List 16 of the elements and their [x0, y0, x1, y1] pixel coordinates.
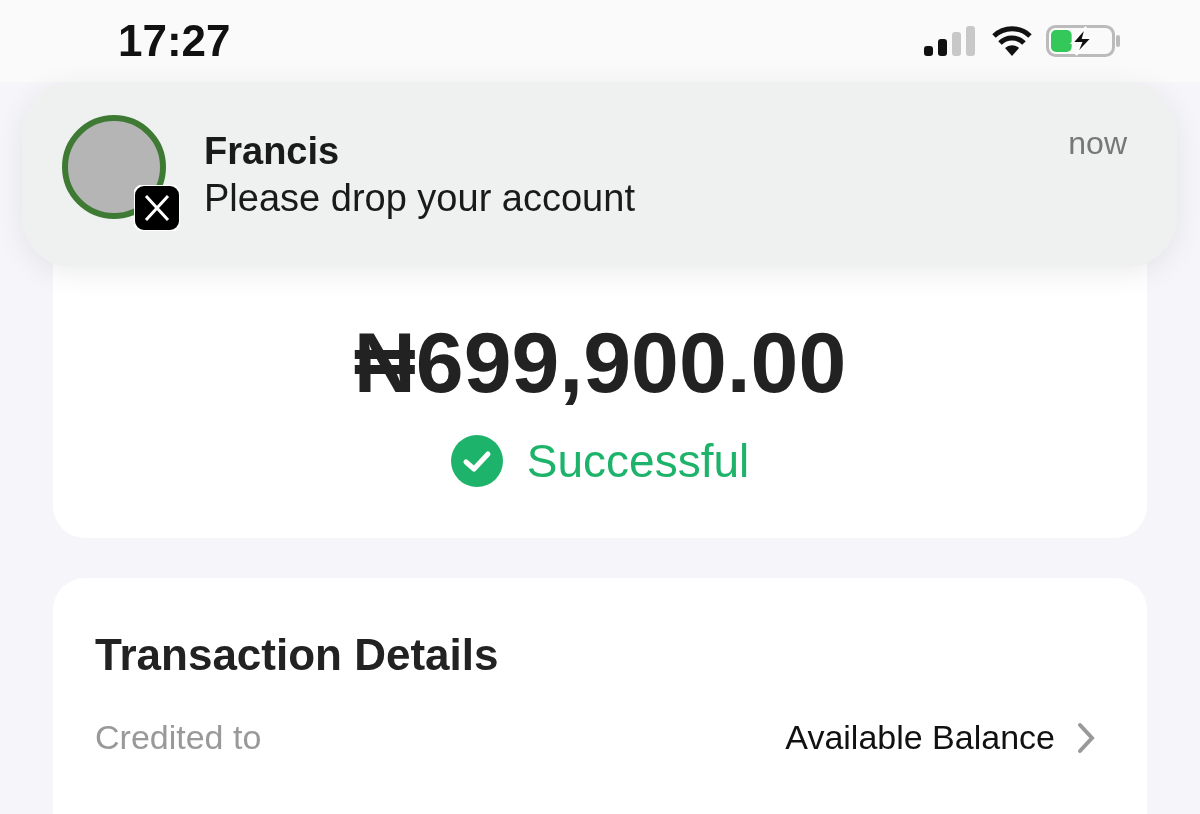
details-title: Transaction Details — [95, 630, 500, 680]
notification-time: now — [1068, 125, 1127, 162]
app-badge-icon — [134, 185, 180, 231]
transaction-status: Successful — [526, 434, 750, 488]
detail-value[interactable]: Available Balance — [785, 718, 1055, 757]
notification-message: Please drop your account — [204, 177, 636, 220]
chevron-right-icon — [1077, 721, 1095, 754]
battery-icon — [1046, 25, 1122, 57]
detail-label: Credited to — [95, 718, 263, 757]
wifi-icon — [992, 26, 1032, 56]
notification-sender: Francis — [204, 130, 341, 173]
notification-banner[interactable]: Francis Please drop your account now — [22, 83, 1177, 267]
check-circle-icon — [450, 435, 503, 487]
transaction-amount: ₦699,900.00 — [353, 313, 847, 412]
clock-time: 17:27 — [118, 16, 231, 66]
cellular-signal-icon — [924, 26, 978, 56]
